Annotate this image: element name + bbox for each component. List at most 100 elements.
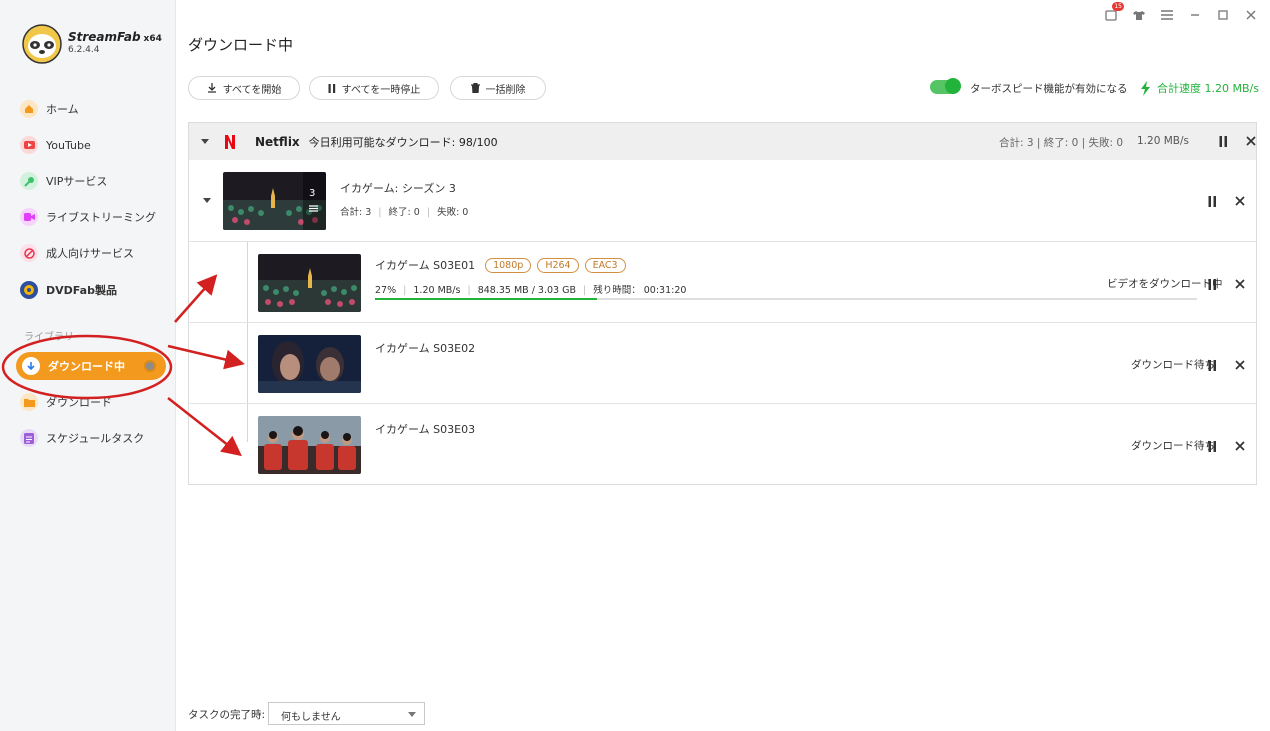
lightning-icon	[1141, 80, 1150, 96]
episode-status: ダウンロード待ち	[1131, 359, 1215, 371]
episode-pause-button[interactable]	[1205, 439, 1219, 453]
delete-all-label: 一括削除	[485, 84, 526, 96]
shirt-icon	[1133, 10, 1145, 20]
streamfab-logo	[22, 24, 62, 64]
task-complete-label: タスクの完了時:	[188, 709, 266, 721]
episode-remove-button[interactable]	[1233, 358, 1247, 372]
notification-button[interactable]: 15	[1104, 2, 1124, 22]
group-speed: 1.20 MB/s	[1137, 135, 1189, 147]
group-stats: 合計: 3 | 終了: 0 | 失敗: 0	[999, 137, 1124, 149]
separator: |	[378, 207, 382, 218]
maximize-button[interactable]	[1216, 8, 1230, 22]
pause-all-button[interactable]: すべてを一時停止	[309, 76, 439, 100]
season-thumbnail: 3	[223, 172, 326, 230]
pause-icon	[328, 83, 335, 93]
service-group-header: Netflix 今日利用可能なダウンロード: 98/100 合計: 3 | 終了…	[189, 123, 1256, 160]
sidebar-item-label: ホーム	[46, 103, 79, 116]
schedule-icon	[20, 429, 38, 447]
close-icon	[1246, 136, 1256, 146]
separator: |	[426, 207, 431, 218]
close-icon	[1246, 10, 1256, 20]
season-remove-button[interactable]	[1233, 194, 1247, 208]
progress-size: 848.35 MB / 3.03 GB	[477, 285, 576, 296]
key-icon	[20, 172, 38, 190]
season-total: 合計: 3	[340, 207, 372, 218]
season-failed: 失敗: 0	[437, 207, 469, 218]
episode-count: 3	[309, 188, 316, 199]
sidebar-item-youtube[interactable]: YouTube	[20, 133, 91, 157]
home-icon	[20, 100, 38, 118]
page-title: ダウンロード中	[188, 36, 294, 54]
daily-quota: 今日利用可能なダウンロード: 98/100	[308, 135, 498, 149]
minimize-button[interactable]	[1188, 8, 1202, 22]
close-window-button[interactable]	[1244, 8, 1258, 22]
episode-title: イカゲーム S03E02	[375, 342, 476, 355]
episode-title: イカゲーム S03E03	[375, 423, 476, 436]
dropdown-arrow-icon	[408, 712, 416, 717]
sidebar-item-schedule[interactable]: スケジュールタスク	[20, 426, 144, 450]
sidebar-item-home[interactable]: ホーム	[20, 97, 79, 121]
sidebar-item-live-streaming[interactable]: ライブストリーミング	[20, 205, 156, 229]
progress-percent: 27%	[375, 285, 397, 296]
sidebar-item-label: ダウンロード中	[48, 360, 125, 373]
sidebar-item-vip[interactable]: VIPサービス	[20, 169, 107, 193]
service-name: Netflix	[255, 134, 300, 149]
window-controls: 15	[1104, 2, 1258, 22]
hamburger-menu-icon	[1161, 10, 1173, 20]
app-brand: StreamFab x64	[68, 30, 162, 44]
sidebar-item-downloading[interactable]: ダウンロード中	[16, 352, 166, 380]
separator: |	[583, 285, 587, 296]
episode-row-1: イカゲーム S03E01 1080p H264 EAC3 27% | 1.20 …	[189, 241, 1256, 322]
notification-badge: 15	[1112, 2, 1124, 11]
season-stats: 合計: 3 | 終了: 0 | 失敗: 0	[340, 204, 468, 218]
sidebar-item-adult[interactable]: 成人向けサービス	[20, 241, 134, 265]
turbo-speed-toggle[interactable]	[930, 78, 961, 94]
app-version: 6.2.4.4	[68, 45, 100, 55]
sidebar-item-label: ダウンロード	[46, 396, 112, 409]
separator: |	[467, 285, 471, 296]
total-speed: 合計速度 1.20 MB/s	[1140, 80, 1259, 96]
close-icon	[1235, 196, 1245, 206]
season-collapse-caret-icon[interactable]	[203, 198, 211, 203]
video-camera-icon	[20, 208, 38, 226]
delete-all-button[interactable]: 一括削除	[450, 76, 546, 100]
season-row: 3 イカゲーム: シーズン 3 合計: 3 | 終了: 0 | 失敗: 0	[189, 160, 1256, 241]
progress-fill	[375, 298, 597, 300]
download-icon	[207, 83, 216, 93]
episode-remove-button[interactable]	[1233, 277, 1247, 291]
season-pause-button[interactable]	[1205, 194, 1219, 208]
sidebar-item-dvdfab[interactable]: DVDFab製品	[20, 278, 117, 302]
start-all-button[interactable]: すべてを開始	[188, 76, 300, 100]
folder-icon	[20, 393, 38, 411]
menu-button[interactable]	[1160, 8, 1174, 22]
sidebar-item-label: ライブストリーミング	[46, 211, 156, 224]
episode-remove-button[interactable]	[1233, 439, 1247, 453]
sidebar-item-label: VIPサービス	[46, 175, 108, 188]
resolution-tag: 1080p	[485, 257, 532, 273]
episode-pause-button[interactable]	[1205, 277, 1219, 291]
playlist-icon	[309, 205, 318, 212]
task-complete-value: 何もしません	[281, 712, 341, 723]
youtube-icon	[20, 136, 38, 154]
episode-thumbnail	[258, 416, 361, 474]
episode-thumbnail	[258, 335, 361, 393]
dvdfab-icon	[20, 281, 38, 299]
remaining-time: 残り時間： 00:31:20	[593, 285, 687, 296]
download-icon	[22, 357, 40, 375]
sidebar-item-downloaded[interactable]: ダウンロード	[20, 390, 112, 414]
sidebar-item-label: スケジュールタスク	[46, 432, 145, 445]
pause-icon	[1208, 359, 1216, 371]
episode-row-3: イカゲーム S03E03 ダウンロード待ち	[189, 403, 1256, 484]
total-speed-label: 合計速度 1.20 MB/s	[1157, 82, 1259, 95]
group-pause-button[interactable]	[1216, 134, 1230, 148]
episode-title-line: イカゲーム S03E01 1080p H264 EAC3	[375, 257, 626, 273]
library-section-label: ライブラリ	[24, 332, 74, 343]
task-complete-select[interactable]: 何もしません	[268, 702, 425, 725]
shirt-button[interactable]	[1132, 8, 1146, 22]
group-remove-button[interactable]	[1244, 134, 1258, 148]
episode-pause-button[interactable]	[1205, 358, 1219, 372]
download-list: Netflix 今日利用可能なダウンロード: 98/100 合計: 3 | 終了…	[188, 122, 1257, 485]
close-icon	[1235, 360, 1245, 370]
collapse-caret-icon[interactable]	[201, 139, 209, 144]
sidebar-item-label: 成人向けサービス	[46, 247, 134, 260]
